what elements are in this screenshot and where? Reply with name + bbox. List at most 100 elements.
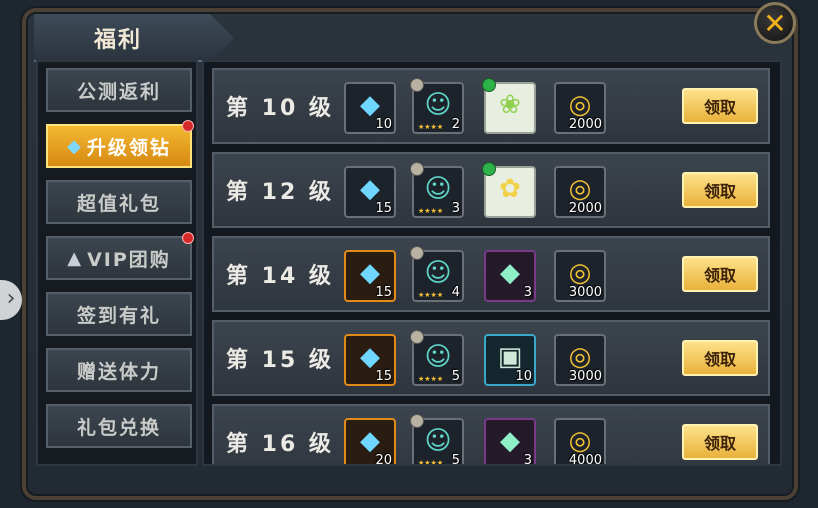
diamond-icon: ◆ <box>360 342 380 372</box>
level-label: 第 14 级 <box>226 264 334 289</box>
pet-badge <box>482 162 496 176</box>
diamond-icon: ◆ <box>360 90 380 120</box>
star-rating-icon: ★★★★ <box>418 291 444 299</box>
helmet-icon: ▲ <box>67 247 84 269</box>
chevron-right-icon: › <box>6 286 16 311</box>
item-quantity: 4 <box>451 285 460 300</box>
gold-coins-reward-slot[interactable]: ◎ 2000 <box>554 82 606 134</box>
pet-badge <box>482 78 496 92</box>
star-rating-icon: ★★★★ <box>418 207 444 215</box>
sidebar-item-5[interactable]: 签到有礼 <box>46 292 192 336</box>
hero-portrait-reward-slot[interactable]: ☺ 5 ★★★★ <box>410 414 464 466</box>
hero-portrait-icon: ☺ <box>424 342 452 372</box>
sidebar-item-label: 公测返利 <box>76 80 161 103</box>
item-quantity: 3 <box>523 453 532 466</box>
sidebar-item-label: 签到有礼 <box>76 304 161 327</box>
reward-row: 第 14 级 ◆ 15 ☺ 4 ★★★★ ◆ 3 ◎ 3000 领取 <box>212 236 770 312</box>
item-quantity: 15 <box>375 285 392 300</box>
item-quantity: 2000 <box>568 201 602 216</box>
sidebar-item-1[interactable]: 公测返利 <box>46 68 192 112</box>
notification-dot <box>182 120 194 132</box>
star-rating-icon: ★★★★ <box>418 459 444 466</box>
claim-button[interactable]: 领取 <box>682 340 758 376</box>
crystal-shard-reward-slot[interactable]: ◆ 3 <box>484 418 536 466</box>
item-quantity: 5 <box>451 369 460 384</box>
level-label: 第 16 级 <box>226 432 334 457</box>
sidebar-item-label: 超值礼包 <box>76 192 161 215</box>
close-button[interactable]: ✕ <box>754 2 796 44</box>
window-title: 福利 <box>94 28 143 53</box>
item-quantity: 10 <box>515 369 532 384</box>
hero-portrait-icon: ☺ <box>424 258 452 288</box>
gold-coins-icon: ◎ <box>568 174 592 204</box>
hero-portrait-reward-slot[interactable]: ☺ 4 ★★★★ <box>410 246 464 302</box>
hero-portrait-reward-slot[interactable]: ☺ 5 ★★★★ <box>410 330 464 386</box>
item-quantity: 2 <box>451 117 460 132</box>
diamond-reward-slot[interactable]: ◆ 15 <box>344 250 396 302</box>
gold-coins-reward-slot[interactable]: ◎ 3000 <box>554 250 606 302</box>
claim-button[interactable]: 领取 <box>682 88 758 124</box>
hero-rank-badge <box>410 246 424 260</box>
gold-coins-reward-slot[interactable]: ◎ 3000 <box>554 334 606 386</box>
sprout-pet-icon: ❀ <box>499 90 521 120</box>
crystal-shard-icon: ◆ <box>500 426 520 456</box>
sidebar-item-6[interactable]: 赠送体力 <box>46 348 192 392</box>
sidebar-item-7[interactable]: 礼包兑换 <box>46 404 192 448</box>
hero-portrait-reward-slot[interactable]: ☺ 2 ★★★★ <box>410 78 464 134</box>
level-label: 第 15 级 <box>226 348 334 373</box>
reward-row: 第 10 级 ◆ 10 ☺ 2 ★★★★ ❀ ◎ 2000 领取 <box>212 68 770 144</box>
item-quantity: 3 <box>523 285 532 300</box>
diamond-icon: ◆ <box>67 135 83 157</box>
reward-row: 第 15 级 ◆ 15 ☺ 5 ★★★★ ▣ 10 ◎ 3000 领取 <box>212 320 770 396</box>
gold-coins-icon: ◎ <box>568 342 592 372</box>
flower-pet-reward-slot[interactable]: ✿ <box>482 162 536 218</box>
sidebar: 公测返利 ◆ 升级领钻超值礼包 ▲ VIP团购签到有礼赠送体力礼包兑换 <box>36 60 198 466</box>
item-quantity: 20 <box>375 453 392 466</box>
diamond-reward-slot[interactable]: ◆ 20 <box>344 418 396 466</box>
gold-coins-icon: ◎ <box>568 90 592 120</box>
item-quantity: 2000 <box>568 117 602 132</box>
claim-button[interactable]: 领取 <box>682 424 758 460</box>
sidebar-item-3[interactable]: 超值礼包 <box>46 180 192 224</box>
scroll-icon: ▣ <box>497 342 523 372</box>
star-rating-icon: ★★★★ <box>418 123 444 131</box>
crystal-shard-icon: ◆ <box>500 258 520 288</box>
sidebar-item-label: 礼包兑换 <box>76 416 161 439</box>
diamond-reward-slot[interactable]: ◆ 15 <box>344 334 396 386</box>
sidebar-item-4[interactable]: ▲ VIP团购 <box>46 232 194 280</box>
level-label: 第 12 级 <box>226 180 334 205</box>
expand-arrow-button[interactable]: › <box>0 280 22 320</box>
item-quantity: 15 <box>375 369 392 384</box>
sidebar-item-label: 升级领钻 <box>86 136 171 159</box>
hero-rank-badge <box>410 162 424 176</box>
hero-portrait-icon: ☺ <box>424 426 452 456</box>
hero-rank-badge <box>410 330 424 344</box>
gold-coins-icon: ◎ <box>568 258 592 288</box>
item-quantity: 4000 <box>568 453 602 466</box>
diamond-icon: ◆ <box>360 174 380 204</box>
claim-button[interactable]: 领取 <box>682 172 758 208</box>
star-rating-icon: ★★★★ <box>418 375 444 383</box>
crystal-shard-reward-slot[interactable]: ◆ 3 <box>484 250 536 302</box>
diamond-reward-slot[interactable]: ◆ 15 <box>344 166 396 218</box>
gold-coins-reward-slot[interactable]: ◎ 2000 <box>554 166 606 218</box>
hero-portrait-icon: ☺ <box>424 174 452 204</box>
sidebar-item-label: 赠送体力 <box>76 360 161 383</box>
claim-button[interactable]: 领取 <box>682 256 758 292</box>
hero-portrait-reward-slot[interactable]: ☺ 3 ★★★★ <box>410 162 464 218</box>
diamond-icon: ◆ <box>360 426 380 456</box>
reward-row: 第 16 级 ◆ 20 ☺ 5 ★★★★ ◆ 3 ◎ 4000 领取 <box>212 404 770 466</box>
flower-pet-icon: ✿ <box>499 174 521 204</box>
close-icon: ✕ <box>763 6 787 40</box>
hero-rank-badge <box>410 78 424 92</box>
gold-coins-reward-slot[interactable]: ◎ 4000 <box>554 418 606 466</box>
level-label: 第 10 级 <box>226 96 334 121</box>
diamond-icon: ◆ <box>360 258 380 288</box>
diamond-reward-slot[interactable]: ◆ 10 <box>344 82 396 134</box>
reward-list[interactable]: 第 10 级 ◆ 10 ☺ 2 ★★★★ ❀ ◎ 2000 领取第 12 级 ◆ 15 ☺ 3 ★★★★ ✿ ◎… <box>202 60 782 466</box>
sidebar-item-2[interactable]: ◆ 升级领钻 <box>46 120 194 168</box>
item-quantity: 15 <box>375 201 392 216</box>
sprout-pet-reward-slot[interactable]: ❀ <box>482 78 536 134</box>
scroll-reward-slot[interactable]: ▣ 10 <box>484 334 536 386</box>
item-quantity: 10 <box>375 117 392 132</box>
